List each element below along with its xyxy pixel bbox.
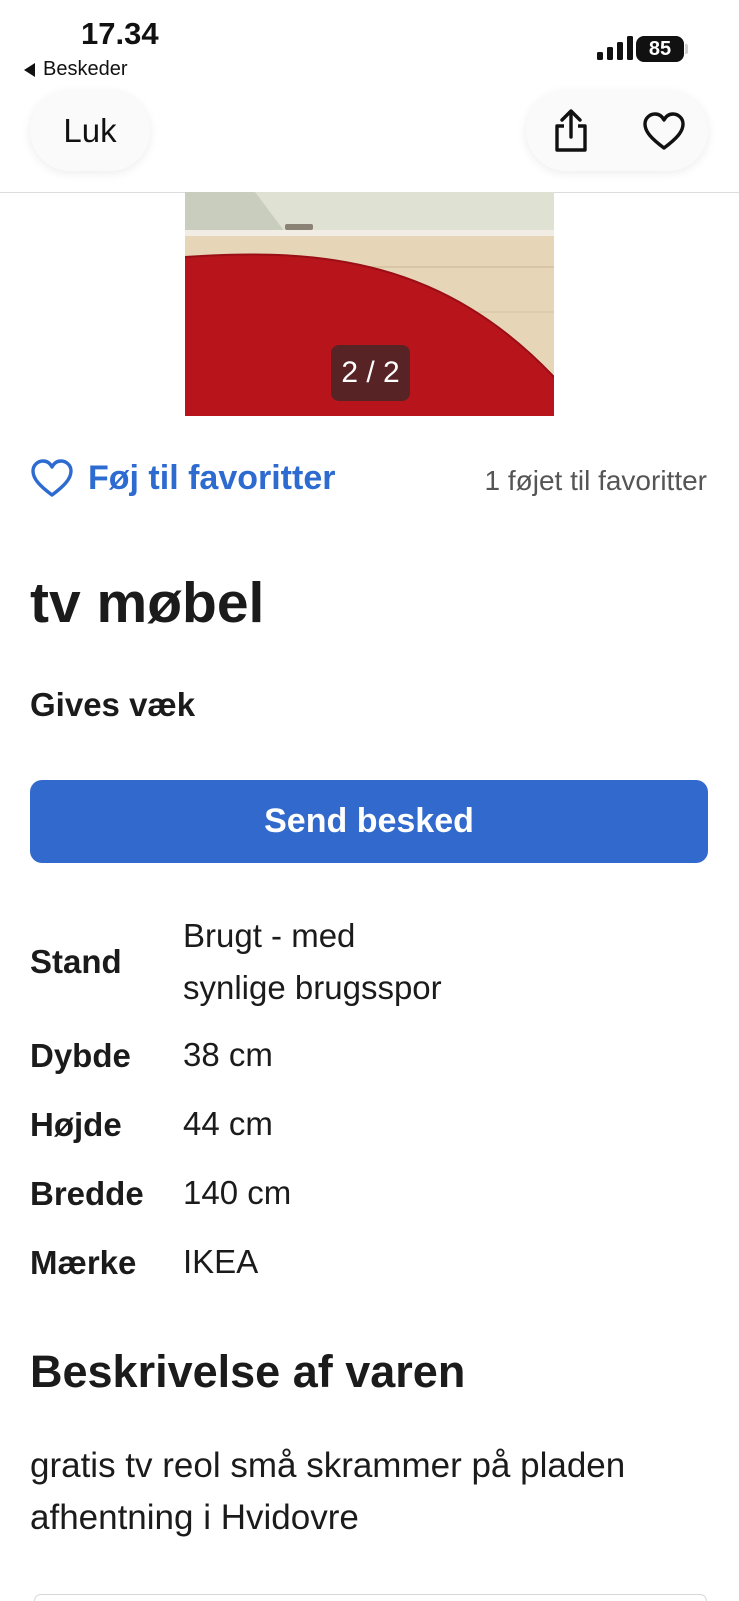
add-to-favorites-label: Føj til favoritter xyxy=(88,458,336,497)
listing-title: tv møbel xyxy=(30,571,265,635)
description-line-2: afhentning i Hvidovre xyxy=(30,1498,359,1537)
heart-outline-icon xyxy=(31,459,73,497)
status-time: 17.34 xyxy=(81,16,159,51)
header-actions xyxy=(526,91,708,171)
image-counter: 2 / 2 xyxy=(331,345,410,401)
attr-label-stand: Stand xyxy=(30,943,122,980)
description-line-1: gratis tv reol små skrammer på pladen xyxy=(30,1446,626,1485)
attr-value-dybde: 38 cm xyxy=(183,1036,273,1073)
favorite-button[interactable] xyxy=(640,108,688,154)
battery-level: 85 xyxy=(636,36,684,62)
attr-value-stand: Brugt - med synlige brugsspor xyxy=(183,910,442,1014)
attr-label-dybde: Dybde xyxy=(30,1037,131,1074)
back-to-app-link[interactable]: Beskeder xyxy=(24,58,128,81)
share-button[interactable] xyxy=(548,108,594,154)
top-bar: 17.34 Beskeder 85 Luk xyxy=(0,0,739,193)
back-arrow-icon xyxy=(24,62,35,77)
attr-label-bredde: Bredde xyxy=(30,1175,144,1212)
back-app-label: Beskeder xyxy=(43,58,128,80)
attr-value-stand-line1: Brugt - med xyxy=(183,917,356,954)
listing-price: Gives væk xyxy=(30,686,196,723)
signal-icon xyxy=(597,36,633,60)
add-to-favorites-link[interactable]: Føj til favoritter xyxy=(30,458,335,498)
attr-value-hojde: 44 cm xyxy=(183,1105,273,1142)
heart-icon xyxy=(643,112,685,150)
description-text: gratis tv reol små skrammer på pladen af… xyxy=(30,1440,710,1544)
send-message-button[interactable]: Send besked xyxy=(30,780,708,863)
attr-value-bredde: 140 cm xyxy=(183,1174,292,1211)
battery-icon: 85 xyxy=(636,36,688,62)
attr-label-hojde: Højde xyxy=(30,1106,122,1143)
favorites-count: 1 føjet til favoritter xyxy=(484,465,707,496)
close-button[interactable]: Luk xyxy=(30,91,150,171)
attr-value-maerke: IKEA xyxy=(183,1243,259,1280)
share-icon xyxy=(555,109,587,152)
attr-value-stand-line2: synlige brugsspor xyxy=(183,969,442,1006)
description-heading: Beskrivelse af varen xyxy=(30,1346,466,1397)
attr-label-maerke: Mærke xyxy=(30,1244,137,1281)
